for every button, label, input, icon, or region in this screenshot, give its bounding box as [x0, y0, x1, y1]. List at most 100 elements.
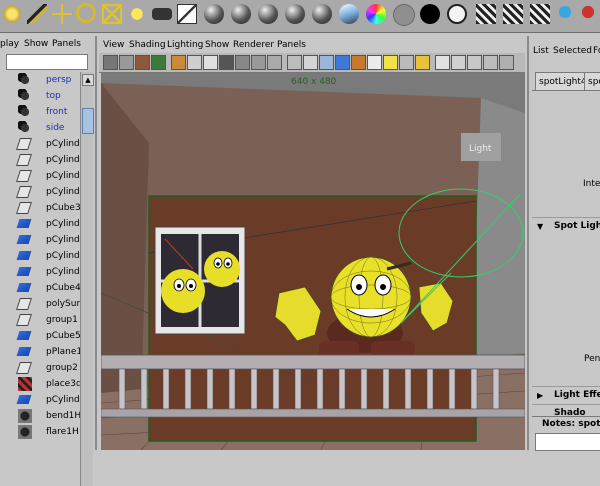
- scroll-thumb[interactable]: [82, 108, 94, 134]
- graph-editor-tool[interactable]: [175, 2, 199, 28]
- viewport-3d[interactable]: Light 640 x 480: [101, 73, 525, 450]
- sun-tool[interactable]: [0, 2, 24, 28]
- shadows-icon[interactable]: [367, 55, 382, 70]
- hud-icon[interactable]: [467, 55, 482, 70]
- outliner-menu-panels[interactable]: Panels: [52, 39, 81, 49]
- outliner-item[interactable]: pCylinde: [0, 184, 80, 200]
- resolution-gate-icon[interactable]: [203, 55, 218, 70]
- move-tool[interactable]: [50, 2, 74, 28]
- camera-select-icon[interactable]: [103, 55, 118, 70]
- render-tool-1[interactable]: [555, 2, 579, 28]
- frame-all-icon[interactable]: [499, 55, 514, 70]
- attr-menubar: List Selected Fo: [529, 36, 600, 56]
- notes-field[interactable]: [535, 433, 600, 451]
- outliner-item[interactable]: flare1H: [0, 424, 80, 440]
- outliner-menu-display[interactable]: play: [0, 39, 19, 49]
- render-tool-2[interactable]: [578, 2, 600, 28]
- xray-icon[interactable]: [435, 55, 450, 70]
- outliner-item[interactable]: pCube3: [0, 200, 80, 216]
- bookmark-icon[interactable]: [135, 55, 150, 70]
- tab-spotlight4[interactable]: spotLight4: [535, 72, 587, 91]
- image-plane-icon[interactable]: [151, 55, 166, 70]
- outliner-item[interactable]: bend1H: [0, 408, 80, 424]
- outliner-item[interactable]: pCube5: [0, 328, 80, 344]
- film-gate-icon[interactable]: [187, 55, 202, 70]
- safe-action-icon[interactable]: [251, 55, 266, 70]
- outliner-item[interactable]: pCylinde: [0, 168, 80, 184]
- sphere-icon: [258, 4, 278, 24]
- wand-tool[interactable]: [25, 2, 49, 28]
- menu-panels[interactable]: Panels: [277, 40, 306, 50]
- outliner-item[interactable]: pCylinde: [0, 264, 80, 280]
- outliner-item[interactable]: pCylinde: [0, 248, 80, 264]
- default-light-icon[interactable]: [399, 55, 414, 70]
- sphere-icon: [312, 4, 332, 24]
- menu-shading[interactable]: Shading: [129, 40, 166, 50]
- outliner-item[interactable]: pCylinde: [0, 216, 80, 232]
- material-tool-1[interactable]: [202, 2, 226, 28]
- camera-icon: [18, 73, 32, 87]
- outliner-item[interactable]: group2: [0, 360, 80, 376]
- use-all-lights-icon[interactable]: [351, 55, 366, 70]
- material-tool-3[interactable]: [256, 2, 280, 28]
- ramp-material-tool[interactable]: [337, 2, 361, 28]
- camera-tool[interactable]: [150, 2, 174, 28]
- section-spot-light[interactable]: ▼ Spot Light: [532, 217, 600, 236]
- attr-menu-focus[interactable]: Fo: [593, 46, 600, 56]
- clapboard-tool-2[interactable]: [501, 2, 525, 28]
- gray-material-tool[interactable]: [391, 2, 415, 28]
- rotate-tool[interactable]: [75, 2, 99, 28]
- outliner-item[interactable]: pCylinde: [0, 152, 80, 168]
- outliner-item[interactable]: group1: [0, 312, 80, 328]
- material-tool-5[interactable]: [310, 2, 334, 28]
- svg-text:Light: Light: [469, 144, 492, 154]
- camera-attributes-icon[interactable]: [119, 55, 134, 70]
- attr-menu-selected[interactable]: Selected: [553, 46, 592, 56]
- menu-view[interactable]: View: [103, 40, 124, 50]
- menu-lighting[interactable]: Lighting: [167, 40, 203, 50]
- scroll-up-arrow-icon[interactable]: ▲: [82, 74, 94, 86]
- outliner-item[interactable]: polySurf: [0, 296, 80, 312]
- outliner-item[interactable]: persp: [0, 72, 80, 88]
- clapboard-tool-1[interactable]: [474, 2, 498, 28]
- light-bulb-icon[interactable]: [383, 55, 398, 70]
- material-tool-2[interactable]: [229, 2, 253, 28]
- grid-icon[interactable]: [171, 55, 186, 70]
- outliner-item[interactable]: pCylinde: [0, 392, 80, 408]
- clapboard-tool-3[interactable]: [528, 2, 552, 28]
- smooth-shade-icon[interactable]: [303, 55, 318, 70]
- wireframe-icon[interactable]: [287, 55, 302, 70]
- outliner-item[interactable]: front: [0, 104, 80, 120]
- outliner-item[interactable]: top: [0, 88, 80, 104]
- tab-spotlight-shape[interactable]: spo: [584, 72, 600, 91]
- outliner-item[interactable]: place3d: [0, 376, 80, 392]
- outliner-item[interactable]: pCylinde: [0, 136, 80, 152]
- material-tool-4[interactable]: [283, 2, 307, 28]
- outliner-item-label: pCube4: [46, 283, 80, 293]
- scale-tool[interactable]: [100, 2, 124, 28]
- outliner-item[interactable]: side: [0, 120, 80, 136]
- gate-mask-icon[interactable]: [219, 55, 234, 70]
- outliner-item[interactable]: pCube4: [0, 280, 80, 296]
- light-tool[interactable]: [125, 2, 149, 28]
- outliner-item[interactable]: pCylinde: [0, 232, 80, 248]
- black-material-tool[interactable]: [418, 2, 442, 28]
- section-light-effects[interactable]: ▶ Light Effe: [532, 386, 600, 405]
- textured-icon[interactable]: [335, 55, 350, 70]
- wireframe-on-shaded-icon[interactable]: [319, 55, 334, 70]
- flat-light-icon[interactable]: [415, 55, 430, 70]
- frame-selection-icon[interactable]: [483, 55, 498, 70]
- outliner-search-field[interactable]: [6, 54, 88, 70]
- isolate-select-icon[interactable]: [451, 55, 466, 70]
- attr-menu-list[interactable]: List: [533, 46, 549, 56]
- color-material-tool[interactable]: [364, 2, 388, 28]
- gray-sphere-icon: [393, 4, 415, 26]
- menu-renderer[interactable]: Renderer: [233, 40, 274, 50]
- outliner-scrollbar[interactable]: ▲: [80, 72, 94, 486]
- menu-show[interactable]: Show: [205, 40, 229, 50]
- outliner-menu-show[interactable]: Show: [24, 39, 48, 49]
- field-chart-icon[interactable]: [235, 55, 250, 70]
- outliner-item[interactable]: pPlane1: [0, 344, 80, 360]
- safe-title-icon[interactable]: [267, 55, 282, 70]
- white-material-tool[interactable]: [445, 2, 469, 28]
